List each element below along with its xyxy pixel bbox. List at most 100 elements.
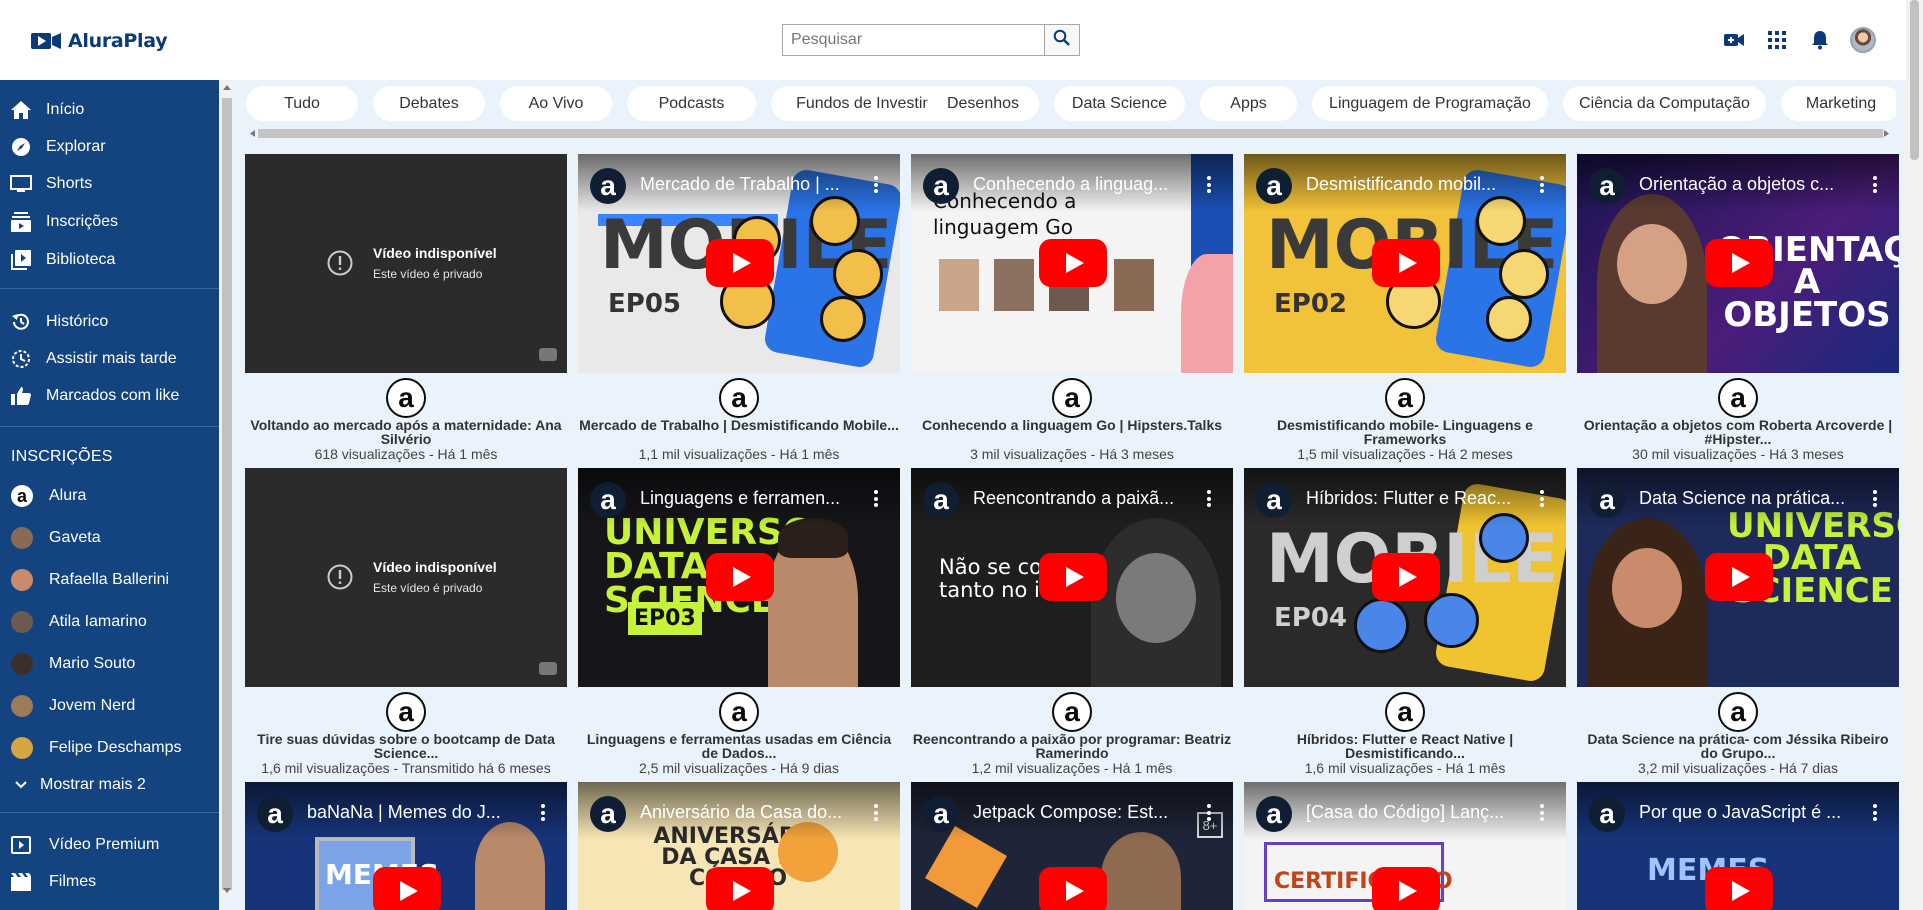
channel-avatar[interactable]: a [719,378,759,418]
video-card[interactable]: CERTIFICAÇÃO a [Casa do Código] Lanç... [1244,782,1566,910]
video-card[interactable]: UNIVERSO DATA SCIENCE EP03 a Linguagens … [578,468,900,776]
show-more-button[interactable]: Mostrar mais 2 [0,769,219,801]
user-avatar[interactable] [1849,26,1877,54]
channel-avatar[interactable]: a [1052,692,1092,732]
video-card[interactable]: Não se co tanto no i a Reencontrando a p… [911,468,1233,776]
video-card[interactable]: ORIENTAÇÃO A OBJETOS a Orientação a obje… [1577,154,1899,462]
search-button[interactable] [1044,24,1080,56]
more-options-icon[interactable] [874,490,878,507]
chips-scrollbar[interactable] [246,126,1896,140]
video-card[interactable]: UNIVERSO DATA SCIENCE a Data Science na … [1577,468,1899,776]
play-button[interactable] [1705,239,1773,287]
video-thumbnail[interactable]: ANIVERSÁRIO DA CASA DO CÓDIGO a Aniversá… [578,782,900,910]
channel-avatar[interactable]: a [386,378,426,418]
more-options-icon[interactable] [541,804,545,821]
channel-avatar[interactable]: a [719,692,759,732]
chip-tudo[interactable]: Tudo [246,86,358,121]
sidebar-item-historico[interactable]: Histórico [0,306,219,338]
play-button[interactable] [1039,553,1107,601]
video-thumbnail[interactable]: MOBILE EP02 a Desmistificando mobil... [1244,154,1566,373]
more-options-icon[interactable] [1873,176,1877,193]
sidebar-item-explorar[interactable]: Explorar [0,131,219,163]
video-thumbnail[interactable]: Vídeo indisponível Este vídeo é privado [245,154,567,373]
play-button[interactable] [1705,553,1773,601]
more-options-icon[interactable] [1540,804,1544,821]
video-thumbnail[interactable]: MEMES a baNaNa | Memes do J... [245,782,567,910]
subscription-jovem-nerd[interactable]: Jovem Nerd [0,690,219,722]
video-thumbnail[interactable]: UNIVERSO DATA SCIENCE EP03 a Linguagens … [578,468,900,687]
video-title[interactable]: Reencontrando a paixão por programar: Be… [911,732,1233,760]
video-card[interactable]: Vídeo indisponível Este vídeo é privado … [245,468,567,776]
video-camera-add-icon[interactable] [1720,26,1748,54]
video-title[interactable]: Linguagens e ferramentas usadas em Ciênc… [578,732,900,760]
sidebar-item-assistir-mais-tarde[interactable]: Assistir mais tarde [0,343,219,375]
play-button[interactable] [1039,239,1107,287]
video-thumbnail[interactable]: CERTIFICAÇÃO a [Casa do Código] Lanç... [1244,782,1566,910]
video-card[interactable]: ANIVERSÁRIO DA CASA DO CÓDIGO a Aniversá… [578,782,900,910]
play-button[interactable] [706,239,774,287]
channel-avatar[interactable]: a [1385,692,1425,732]
play-button[interactable] [1039,867,1107,910]
video-card[interactable]: Vídeo indisponível Este vídeo é privado … [245,154,567,462]
subscription-alura[interactable]: a Alura [0,480,219,512]
video-thumbnail[interactable]: Conhecendo a linguagem Go a Conhecendo a… [911,154,1233,373]
sidebar-item-marcados-com-like[interactable]: Marcados com like [0,380,219,412]
channel-avatar[interactable]: a [1052,378,1092,418]
play-button[interactable] [1705,867,1773,910]
channel-avatar[interactable]: a [1718,692,1758,732]
more-options-icon[interactable] [1873,490,1877,507]
sidebar-item-filmes[interactable]: Filmes [0,866,219,898]
channel-avatar[interactable]: a [1385,378,1425,418]
video-thumbnail[interactable]: UNIVERSO DATA SCIENCE a Data Science na … [1577,468,1899,687]
video-thumbnail[interactable]: MOBILE EP04 a Híbridos: Flutter e Reac..… [1244,468,1566,687]
video-thumbnail[interactable]: ORIENTAÇÃO A OBJETOS a Orientação a obje… [1577,154,1899,373]
subscription-atila-iamarino[interactable]: Atila Iamarino [0,606,219,638]
video-card[interactable]: Conhecendo a linguagem Go a Conhecendo a… [911,154,1233,462]
subscription-felipe-deschamps[interactable]: Felipe Deschamps [0,732,219,764]
more-options-icon[interactable] [1207,176,1211,193]
chip-podcasts[interactable]: Podcasts [627,86,756,121]
video-thumbnail[interactable]: 8+ a Jetpack Compose: Est... [911,782,1233,910]
video-title[interactable]: Mercado de Trabalho | Desmistificando Mo… [578,418,900,432]
play-button[interactable] [706,867,774,910]
play-button[interactable] [1372,553,1440,601]
video-title[interactable]: Híbridos: Flutter e React Native | Desmi… [1244,732,1566,760]
more-options-icon[interactable] [874,176,878,193]
more-options-icon[interactable] [1540,176,1544,193]
chip-debates[interactable]: Debates [373,86,485,121]
play-button[interactable] [706,553,774,601]
subscription-gaveta[interactable]: Gaveta [0,522,219,554]
more-options-icon[interactable] [1540,490,1544,507]
subscription-mario-souto[interactable]: Mario Souto [0,648,219,680]
video-thumbnail[interactable]: MOBILE EP05 a Mercado de Trabalho | ... [578,154,900,373]
search-input[interactable] [782,24,1044,56]
video-thumbnail[interactable]: Vídeo indisponível Este vídeo é privado [245,468,567,687]
sidebar-item-inscricoes[interactable]: Inscrições [0,206,219,238]
play-button[interactable] [1372,239,1440,287]
video-card[interactable]: MOBILE EP02 a Desmistificando mobil... a… [1244,154,1566,462]
more-options-icon[interactable] [1873,804,1877,821]
channel-avatar[interactable]: a [386,692,426,732]
chip-ao-vivo[interactable]: Ao Vivo [500,86,612,121]
more-options-icon[interactable] [874,804,878,821]
video-title[interactable]: Data Science na prática- com Jéssika Rib… [1577,732,1899,760]
play-button[interactable] [373,867,441,910]
apps-grid-icon[interactable] [1763,26,1791,54]
subscription-rafaella-ballerini[interactable]: Rafaella Ballerini [0,564,219,596]
video-title[interactable]: Desmistificando mobile- Linguagens e Fra… [1244,418,1566,446]
sidebar-scrollbar[interactable] [219,80,235,898]
more-options-icon[interactable] [1207,490,1211,507]
sidebar-item-video-premium[interactable]: Vídeo Premium [0,829,219,861]
video-card[interactable]: MEMES a Por que o JavaScript é ... [1577,782,1899,910]
more-options-icon[interactable] [1207,804,1211,821]
video-thumbnail[interactable]: MEMES a Por que o JavaScript é ... [1577,782,1899,910]
video-card[interactable]: MEMES a baNaNa | Memes do J... [245,782,567,910]
alura-play-logo[interactable]: AluraPlay [30,30,168,52]
video-card[interactable]: 8+ a Jetpack Compose: Est... [911,782,1233,910]
video-card[interactable]: MOBILE EP04 a Híbridos: Flutter e Reac..… [1244,468,1566,776]
video-title[interactable]: Tire suas dúvidas sobre o bootcamp de Da… [245,732,567,760]
sidebar-item-inicio[interactable]: Início [0,94,219,126]
chip-fundos-de-investimento[interactable]: Fundos de Investimento [771,86,992,121]
video-thumbnail[interactable]: Não se co tanto no i a Reencontrando a p… [911,468,1233,687]
video-card[interactable]: MOBILE EP05 a Mercado de Trabalho | ... … [578,154,900,462]
